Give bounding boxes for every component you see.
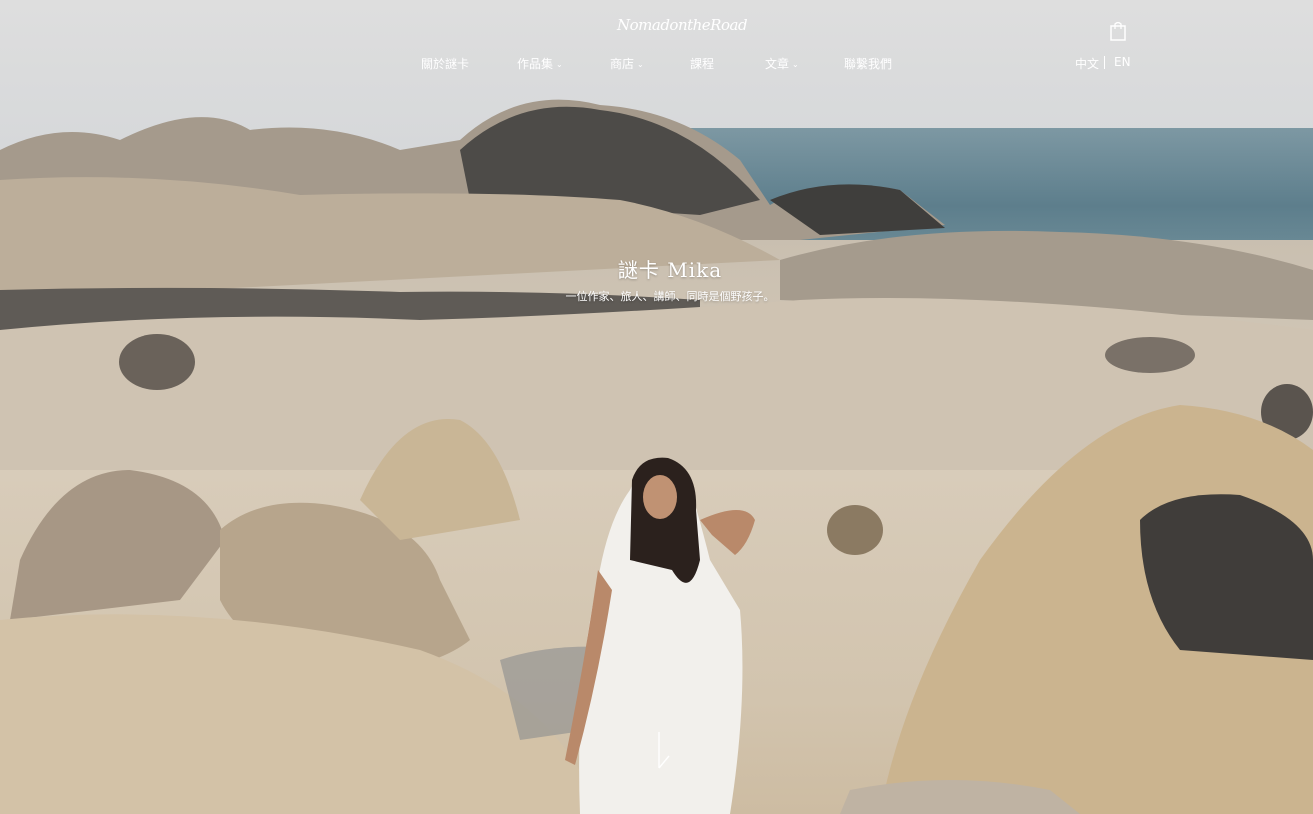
nav-item-label: 關於謎卡 — [421, 57, 470, 71]
chevron-down-icon: ⌄ — [556, 60, 563, 69]
hero-title: 謎卡 Mika — [617, 258, 723, 282]
arrow-down-icon[interactable] — [654, 730, 672, 772]
nav-item-label: 聯繫我們 — [844, 57, 893, 71]
shopping-bag-icon[interactable] — [1108, 20, 1128, 42]
nav-item-label: 作品集 — [517, 57, 554, 71]
lang-zh-link[interactable]: 中文 — [1075, 55, 1099, 72]
site-logo[interactable]: NomadontheRoad — [617, 8, 748, 42]
site-header: NomadontheRoad 關於謎卡 作品集 ⌄ 商店 ⌄ 課程 文章 ⌄ 聯繫我們… — [0, 0, 1313, 90]
chevron-down-icon: ⌄ — [792, 60, 799, 69]
nav-item-contact[interactable]: 聯繫我們 — [844, 55, 892, 72]
hero-subtitle: 一位作家、旅人、講師、同時是個野孩子。 — [565, 290, 775, 303]
nav-item-label: 文章 — [765, 57, 790, 71]
nav-item-label: 商店 — [610, 57, 635, 71]
nav-item-portfolio[interactable]: 作品集 ⌄ — [517, 55, 563, 72]
chevron-down-icon: ⌄ — [637, 60, 644, 69]
nav-item-courses[interactable]: 課程 — [690, 55, 714, 72]
lang-en-link[interactable]: EN — [1114, 55, 1131, 69]
hero-background-photo — [0, 0, 1313, 814]
nav-item-label: 課程 — [690, 57, 715, 71]
nav-item-shop[interactable]: 商店 ⌄ — [610, 55, 644, 72]
rock-formations — [0, 99, 1313, 814]
lang-divider — [1104, 56, 1105, 69]
nav-item-articles[interactable]: 文章 ⌄ — [765, 55, 799, 72]
nav-item-about[interactable]: 關於謎卡 — [421, 55, 469, 72]
